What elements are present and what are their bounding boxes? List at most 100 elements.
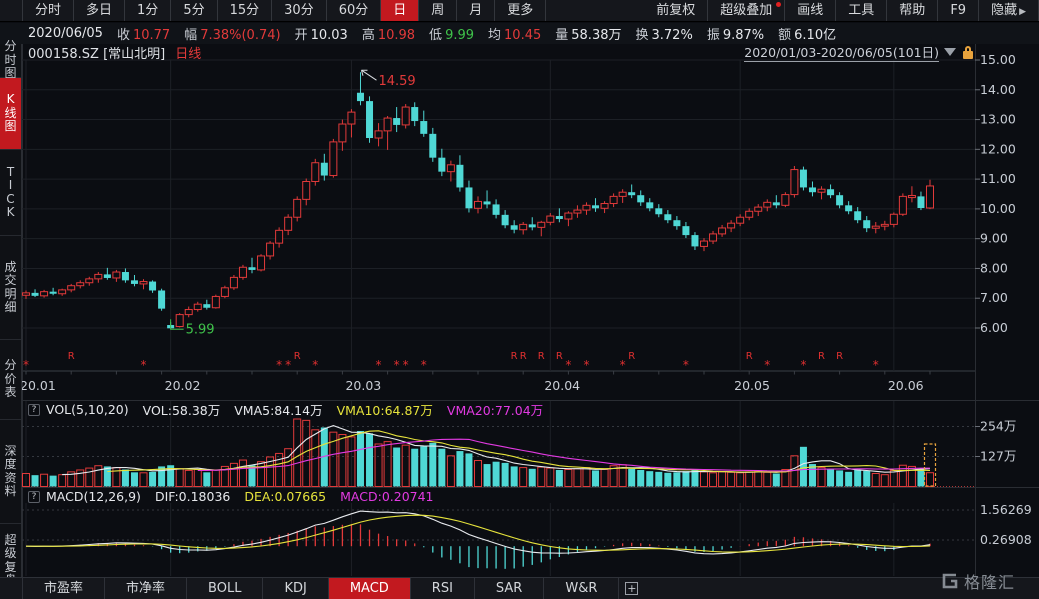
svg-text:*: * [764,358,770,372]
svg-text:14.00: 14.00 [980,82,1016,97]
chart-title-row: 000158.SZ [常山北明] 日线 2020/01/03-2020/06/0… [22,44,1039,60]
arrow-right-icon: ▶ [1019,7,1026,17]
quote-field-开: 开10.03 [295,24,348,43]
menu-item-hide[interactable]: 隐藏▶ [979,0,1039,21]
svg-text:20.05: 20.05 [734,378,770,393]
svg-text:7.00: 7.00 [980,290,1008,305]
svg-text:20.02: 20.02 [165,378,201,393]
sidebar-item-chengjiao[interactable]: 成交明细 [0,236,21,340]
period-tab-more[interactable]: 更多 [495,0,546,21]
svg-text:*: * [620,358,626,372]
sidebar-item-fenjia[interactable]: 分价表 [0,340,21,420]
quote-field-低: 低9.99 [429,24,474,43]
logo-icon [941,572,959,590]
svg-text:5.99: 5.99 [186,322,215,337]
period-tab-day[interactable]: 日 [381,0,419,21]
svg-text:*: * [23,358,29,372]
quote-info-bar: 2020/06/05 收10.77幅7.38%(0.74)开10.03高10.9… [0,23,1039,44]
sidebar-item-tick[interactable]: TICK [0,150,21,236]
svg-text:*: * [403,358,409,372]
svg-text:*: * [683,358,689,372]
svg-text:14.59: 14.59 [378,74,415,89]
svg-text:*: * [376,358,382,372]
svg-text:R: R [68,351,75,362]
indicator-tab-boll[interactable]: BOLL [187,578,263,599]
period-tab-5min[interactable]: 5分 [171,0,217,21]
kline-chart[interactable]: 15.0014.0013.0012.0011.0010.009.008.007.… [0,0,1039,599]
svg-text:R: R [511,351,518,362]
dea-value: DEA:0.07665 [244,489,326,504]
vma10-value: VMA10:64.87万 [337,400,433,419]
sidebar-item-kxiantu[interactable]: K线图 [0,78,21,150]
date-range-control: 2020/01/03-2020/06/05(101日) [744,42,973,62]
indicator-tab-bar: 市盈率市净率BOLLKDJMACDRSISARW&R+ [0,577,1039,599]
indicator-tab-pe[interactable]: 市盈率 [22,578,105,599]
svg-text:R: R [818,351,825,362]
vol-indicator-name[interactable]: VOL(5,10,20) [46,402,129,417]
svg-text:R: R [538,351,545,362]
menu-item-f9[interactable]: F9 [938,0,979,21]
quote-date: 2020/06/05 [28,26,103,41]
period-tab-30min[interactable]: 30分 [272,0,327,21]
stock-name: [常山北明] [103,47,165,62]
sidebar-item-fenshitu[interactable]: 分时图 [0,44,21,78]
quote-field-收: 收10.77 [117,24,170,43]
vma5-value: VMA5:84.14万 [234,400,322,419]
svg-text:R: R [556,351,563,362]
period-tab-month[interactable]: 月 [457,0,495,21]
period-tab-fenshi[interactable]: 分时 [22,0,74,21]
quote-field-高: 高10.98 [362,24,415,43]
quote-field-额: 额6.10亿 [778,24,836,43]
period-tab-duori[interactable]: 多日 [74,0,125,21]
svg-text:*: * [312,358,318,372]
menu-item-tools[interactable]: 工具 [836,0,887,21]
indicator-tab-add[interactable]: + [619,578,644,599]
indicator-tab-wr[interactable]: W&R [544,578,619,599]
svg-text:20.03: 20.03 [345,378,381,393]
svg-text:8.00: 8.00 [980,260,1008,275]
svg-text:R: R [520,351,527,362]
svg-text:10.00: 10.00 [980,201,1016,216]
svg-text:R: R [836,351,843,362]
vol-value: VOL:58.38万 [143,400,221,419]
volume-pane-header: ? VOL(5,10,20) VOL:58.38万 VMA5:84.14万 VM… [22,402,557,417]
indicator-tab-kdj[interactable]: KDJ [263,578,328,599]
svg-text:*: * [583,358,589,372]
svg-text:*: * [800,358,806,372]
period-tab-1min[interactable]: 1分 [125,0,171,21]
svg-text:*: * [276,358,282,372]
svg-text:9.00: 9.00 [980,231,1008,246]
indicator-tab-rsi[interactable]: RSI [411,578,475,599]
quote-field-振: 振9.87% [707,24,764,43]
svg-text:*: * [141,358,147,372]
logo-text: 格隆汇 [964,569,1015,593]
indicator-tab-sar[interactable]: SAR [475,578,544,599]
period-tab-15min[interactable]: 15分 [218,0,273,21]
svg-text:*: * [565,358,571,372]
vma20-value: VMA20:77.04万 [447,400,543,419]
svg-text:R: R [294,351,301,362]
help-icon[interactable]: ? [28,404,40,416]
quote-field-均: 均10.45 [488,24,541,43]
unlock-icon[interactable] [962,46,973,59]
help-icon[interactable]: ? [28,491,40,503]
indicator-tab-macd[interactable]: MACD [329,578,411,599]
svg-text:127万: 127万 [980,449,1016,464]
svg-text:6.00: 6.00 [980,320,1008,335]
svg-text:12.00: 12.00 [980,141,1016,156]
menu-item-overlay[interactable]: 超级叠加 [708,0,785,21]
svg-text:*: * [873,358,879,372]
indicator-tab-pb[interactable]: 市净率 [105,578,187,599]
svg-text:*: * [285,358,291,372]
quote-fields: 收10.77幅7.38%(0.74)开10.03高10.98低9.99均10.4… [117,24,850,43]
macd-indicator-name[interactable]: MACD(12,26,9) [46,489,141,504]
menu-item-qfq[interactable]: 前复权 [644,0,708,21]
date-range[interactable]: 2020/01/03-2020/06/05(101日) [744,42,939,62]
period-tab-week[interactable]: 周 [419,0,457,21]
period-tab-60min[interactable]: 60分 [327,0,382,21]
quote-field-换: 换3.72% [635,24,692,43]
menu-item-help[interactable]: 帮助 [887,0,938,21]
chevron-down-icon[interactable] [944,48,956,56]
menu-item-draw[interactable]: 画线 [785,0,836,21]
sidebar-item-shendu[interactable]: 深度资料 [0,420,21,524]
